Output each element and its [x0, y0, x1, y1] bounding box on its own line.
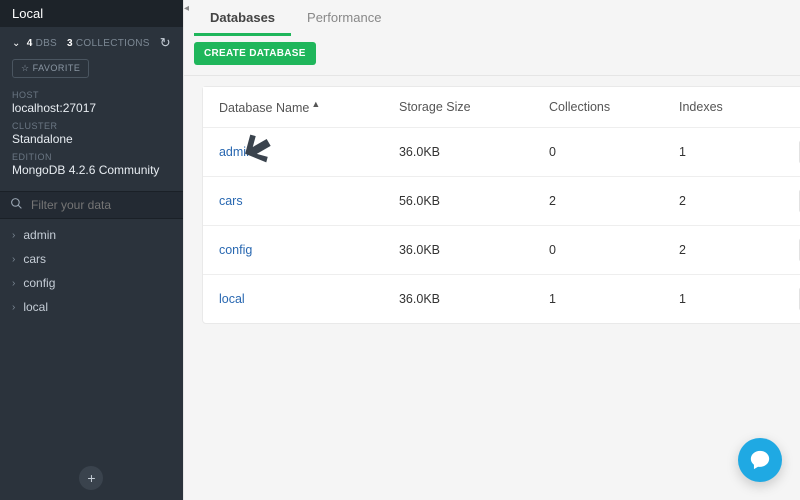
cell-collections: 1 — [549, 292, 679, 306]
sidebar: Local ⌄ 4 DBS 3 COLLECTIONS ↻ ☆ FAVORITE… — [0, 0, 183, 500]
header-indexes[interactable]: Indexes — [679, 100, 799, 114]
favorite-button[interactable]: ☆ FAVORITE — [12, 59, 89, 78]
refresh-icon[interactable]: ↻ — [160, 35, 171, 51]
edition-label: EDITION — [12, 152, 171, 162]
table-row: config 36.0KB 0 2 — [203, 225, 800, 274]
cell-collections: 0 — [549, 145, 679, 159]
sidebar-collapse-handle[interactable]: ◂ — [183, 0, 184, 500]
db-link-config[interactable]: config — [219, 243, 252, 257]
filter-row — [0, 191, 183, 219]
sidebar-stats: ⌄ 4 DBS 3 COLLECTIONS ↻ — [0, 27, 183, 59]
chevron-down-icon[interactable]: ⌄ — [12, 38, 21, 49]
cell-indexes: 1 — [679, 292, 799, 306]
table-row: admin 36.0KB 0 1 — [203, 127, 800, 176]
cluster-value: Standalone — [12, 131, 171, 152]
db-link-local[interactable]: local — [219, 292, 245, 306]
db-link-cars[interactable]: cars — [219, 194, 243, 208]
tab-databases[interactable]: Databases — [194, 0, 291, 36]
cell-indexes: 2 — [679, 194, 799, 208]
collection-count: 3 — [67, 38, 73, 49]
tree-item-label: admin — [23, 228, 56, 242]
header-collections[interactable]: Collections — [549, 100, 679, 114]
tree-item-cars[interactable]: › cars — [0, 247, 183, 271]
tree-item-label: cars — [23, 252, 46, 266]
tab-performance[interactable]: Performance — [291, 0, 397, 36]
sort-asc-icon: ▲ — [311, 99, 320, 109]
tree-item-local[interactable]: › local — [0, 295, 183, 319]
cell-size: 36.0KB — [399, 145, 549, 159]
table-row: cars 56.0KB 2 2 — [203, 176, 800, 225]
connection-title: Local — [0, 0, 183, 27]
collection-count-label: COLLECTIONS — [76, 38, 150, 49]
cluster-label: CLUSTER — [12, 121, 171, 131]
search-icon — [10, 197, 23, 213]
db-count: 4 — [27, 38, 33, 49]
table-header: Database Name▲ Storage Size Collections … — [203, 87, 800, 127]
create-database-button[interactable]: CREATE DATABASE — [194, 42, 316, 65]
chevron-right-icon: › — [12, 230, 15, 241]
chevron-right-icon: › — [12, 302, 15, 313]
main-panel: Databases Performance CREATE DATABASE Da… — [184, 0, 800, 500]
header-size[interactable]: Storage Size — [399, 100, 549, 114]
tree-item-config[interactable]: › config — [0, 271, 183, 295]
caret-left-icon: ◂ — [184, 3, 189, 14]
cell-indexes: 1 — [679, 145, 799, 159]
host-value: localhost:27017 — [12, 100, 171, 121]
db-count-label: DBS — [36, 38, 57, 49]
tree-item-label: config — [23, 276, 55, 290]
cell-collections: 0 — [549, 243, 679, 257]
add-database-button[interactable]: + — [79, 466, 103, 490]
header-name[interactable]: Database Name▲ — [219, 99, 399, 115]
chevron-right-icon: › — [12, 254, 15, 265]
db-link-admin[interactable]: admin — [219, 145, 253, 159]
support-chat-button[interactable] — [738, 438, 782, 482]
tab-bar: Databases Performance — [184, 0, 800, 36]
database-tree: › admin › cars › config › local — [0, 219, 183, 323]
chevron-right-icon: › — [12, 278, 15, 289]
filter-input[interactable] — [31, 198, 173, 212]
tree-item-admin[interactable]: › admin — [0, 223, 183, 247]
cell-size: 36.0KB — [399, 292, 549, 306]
cell-collections: 2 — [549, 194, 679, 208]
host-label: HOST — [12, 90, 171, 100]
chat-icon — [749, 449, 771, 471]
table-row: local 36.0KB 1 1 — [203, 274, 800, 323]
cell-size: 36.0KB — [399, 243, 549, 257]
database-table: Database Name▲ Storage Size Collections … — [202, 86, 800, 324]
cell-indexes: 2 — [679, 243, 799, 257]
tree-item-label: local — [23, 300, 48, 314]
cell-size: 56.0KB — [399, 194, 549, 208]
edition-value: MongoDB 4.2.6 Community — [12, 162, 171, 183]
